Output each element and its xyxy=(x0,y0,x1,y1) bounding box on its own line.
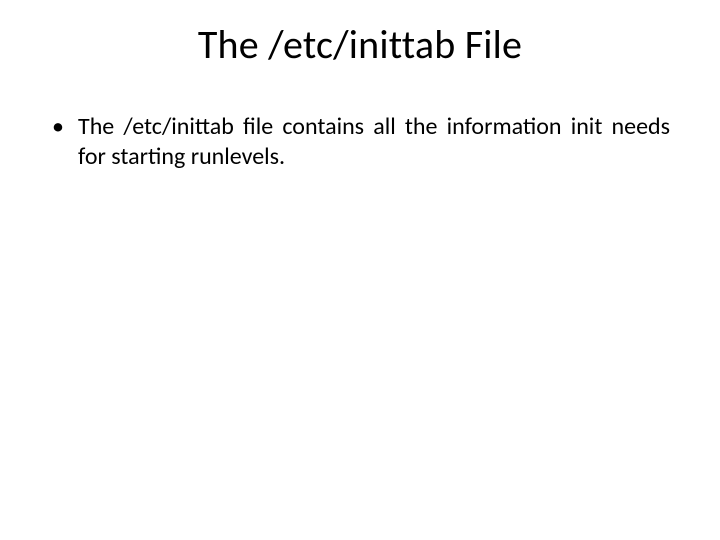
bullet-item: • The /etc/inittab file contains all the… xyxy=(50,112,670,172)
slide: The /etc/inittab File • The /etc/inittab… xyxy=(0,0,720,540)
slide-body: • The /etc/inittab file contains all the… xyxy=(50,112,670,172)
bullet-text: The /etc/inittab file contains all the i… xyxy=(78,112,670,172)
slide-title: The /etc/inittab File xyxy=(0,20,720,69)
bullet-marker: • xyxy=(50,112,78,142)
